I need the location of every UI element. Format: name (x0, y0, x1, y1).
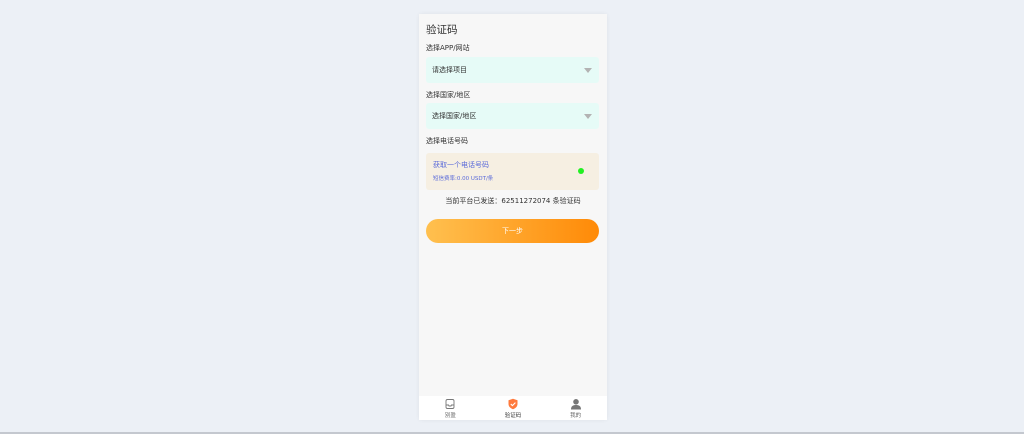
next-button[interactable]: 下一步 (426, 219, 599, 243)
tab-verification[interactable]: 验证码 (482, 396, 544, 420)
country-select-label: 选择国家/地区 (426, 91, 471, 99)
app-select[interactable]: 请选择项目 (426, 57, 599, 83)
inbox-icon (445, 399, 455, 409)
sms-rate-text: 短信费率:0.00 USDT/条 (433, 176, 494, 182)
country-select-value: 选择国家/地区 (432, 112, 477, 120)
status-dot-icon (578, 168, 584, 174)
chevron-down-icon (584, 68, 592, 73)
tab-label: 別盈 (444, 413, 456, 419)
tab-mine[interactable]: 我的 (545, 396, 607, 420)
tab-label: 验证码 (504, 413, 522, 419)
app-panel: 验证码 选择APP/网站 请选择项目 选择国家/地区 选择国家/地区 选择电话号… (419, 14, 607, 420)
tab-label: 我的 (570, 413, 582, 419)
get-phone-link[interactable]: 获取一个电话号码 (433, 160, 489, 170)
sent-stats: 当前平台已发送：62511272074 条验证码 (445, 197, 581, 205)
country-select[interactable]: 选择国家/地区 (426, 103, 599, 129)
tab-profit[interactable]: 別盈 (419, 396, 481, 420)
user-icon (570, 399, 581, 410)
app-select-value: 请选择项目 (432, 66, 467, 74)
page-title: 验证码 (426, 24, 458, 36)
get-phone-card[interactable]: 获取一个电话号码 短信费率:0.00 USDT/条 (426, 153, 599, 190)
shield-check-icon (508, 398, 518, 410)
app-select-label: 选择APP/网站 (426, 44, 470, 52)
bottom-tabbar: 別盈 验证码 我的 (419, 396, 607, 420)
phone-select-label: 选择电话号码 (426, 137, 468, 145)
chevron-down-icon (584, 114, 592, 119)
